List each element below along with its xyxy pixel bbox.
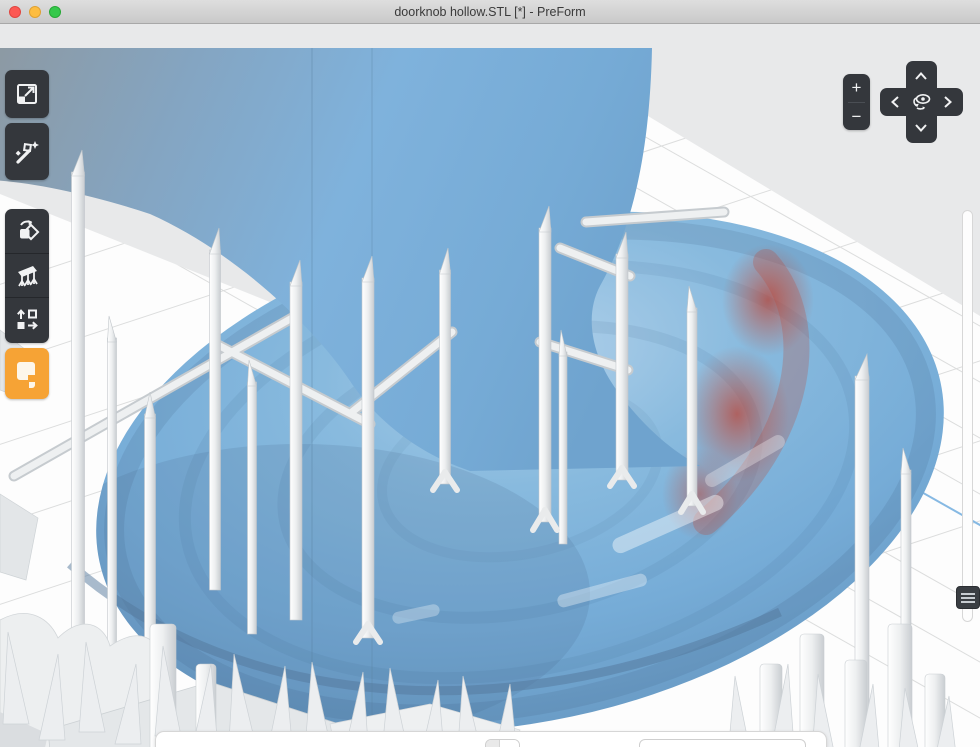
rotate-up-button[interactable] (908, 63, 934, 89)
layout-icon (13, 306, 41, 334)
rotate-right-button[interactable] (935, 89, 961, 115)
tool-layout-button[interactable] (5, 297, 49, 341)
rotate-cube-icon (13, 217, 41, 245)
status-bar: Volume 48.23 mL Layers 1009 Print Time -… (155, 731, 827, 747)
supports-icon (13, 262, 41, 290)
viewport-3d-scene[interactable] (0, 24, 980, 747)
title-bar: doorknob hollow.STL [*] - PreForm (0, 0, 980, 24)
traffic-lights (9, 6, 61, 18)
minimize-button[interactable] (29, 6, 41, 18)
window-title: doorknob hollow.STL [*] - PreForm (394, 5, 585, 19)
rotate-down-button[interactable] (908, 115, 934, 141)
magic-wand-icon (13, 138, 41, 166)
orbit-eye-icon (910, 92, 932, 112)
chevron-right-icon (944, 96, 952, 108)
rotate-left-button[interactable] (882, 89, 908, 115)
chevron-up-icon (915, 72, 927, 80)
close-button[interactable] (9, 6, 21, 18)
chevron-down-icon (915, 124, 927, 132)
tool-size-button[interactable] (5, 70, 49, 118)
layer-slider-track[interactable] (962, 210, 973, 622)
refresh-button[interactable] (500, 740, 518, 747)
viewport-3d[interactable]: + − (0, 24, 980, 747)
tool-group (5, 209, 49, 343)
layers-icon (961, 593, 975, 595)
layer-slider-handle[interactable] (956, 586, 980, 609)
zoom-controls: + − (843, 74, 870, 130)
scale-icon (14, 81, 40, 107)
orbit-view-button[interactable] (908, 89, 934, 115)
print-time-value: -- (486, 740, 500, 747)
tool-print-button[interactable] (5, 348, 49, 399)
print-time-control[interactable]: -- (485, 739, 520, 747)
zoom-in-button[interactable]: + (843, 74, 870, 102)
view-rotation-pad (880, 61, 963, 143)
tool-orientation-button[interactable] (5, 209, 49, 253)
chevron-left-icon (891, 96, 899, 108)
print-cartridge-icon (14, 359, 40, 389)
preform-window: doorknob hollow.STL [*] - PreForm (0, 0, 980, 747)
zoom-out-button[interactable]: − (843, 103, 870, 131)
tool-one-click-print-button[interactable] (5, 123, 49, 180)
print-settings-selector[interactable]: Form 2, White 01, 0.1 mm (639, 739, 805, 747)
tool-supports-button[interactable] (5, 253, 49, 297)
fullscreen-button[interactable] (49, 6, 61, 18)
